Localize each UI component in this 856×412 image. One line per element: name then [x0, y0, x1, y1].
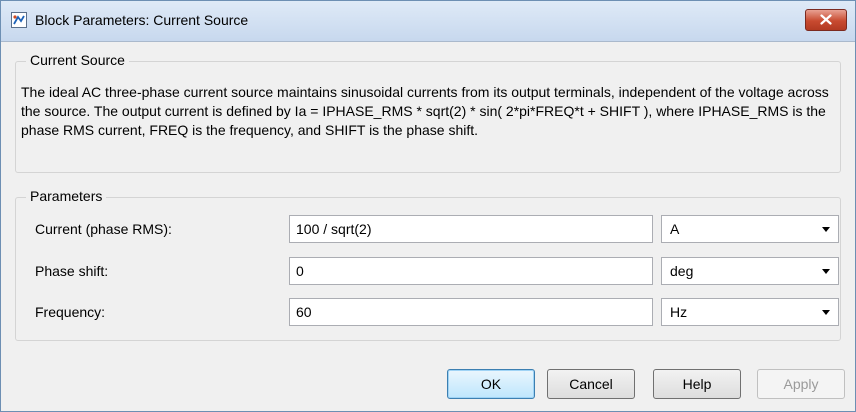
phase-shift-label: Phase shift: [35, 263, 109, 279]
help-button[interactable]: Help [653, 369, 741, 399]
cancel-button[interactable]: Cancel [547, 369, 635, 399]
dropdown-arrow-icon [822, 269, 830, 274]
current-input[interactable]: 100 / sqrt(2) [289, 215, 653, 243]
apply-button[interactable]: Apply [757, 369, 845, 399]
phase-shift-input[interactable]: 0 [289, 257, 653, 285]
current-label: Current (phase RMS): [35, 221, 172, 237]
phase-shift-unit-select[interactable]: deg [661, 257, 839, 285]
parameters-group-label: Parameters [26, 188, 107, 204]
ok-button[interactable]: OK [447, 369, 535, 399]
title-bar[interactable]: Block Parameters: Current Source [1, 1, 855, 42]
frequency-unit-select[interactable]: Hz [661, 298, 839, 326]
simulink-block-icon [11, 12, 27, 28]
close-button[interactable] [805, 9, 847, 31]
block-parameters-dialog: Block Parameters: Current Source Current… [0, 0, 856, 412]
block-description: The ideal AC three-phase current source … [21, 84, 829, 138]
current-unit-select[interactable]: A [661, 215, 839, 243]
dropdown-arrow-icon [822, 310, 830, 315]
description-group-label: Current Source [26, 52, 129, 68]
frequency-input[interactable]: 60 [289, 298, 653, 326]
window-title: Block Parameters: Current Source [35, 12, 249, 28]
frequency-unit-value: Hz [670, 304, 688, 320]
current-unit-value: A [670, 221, 680, 237]
phase-shift-unit-value: deg [670, 263, 694, 279]
dropdown-arrow-icon [822, 227, 830, 232]
close-icon [820, 14, 832, 25]
frequency-label: Frequency: [35, 304, 106, 320]
